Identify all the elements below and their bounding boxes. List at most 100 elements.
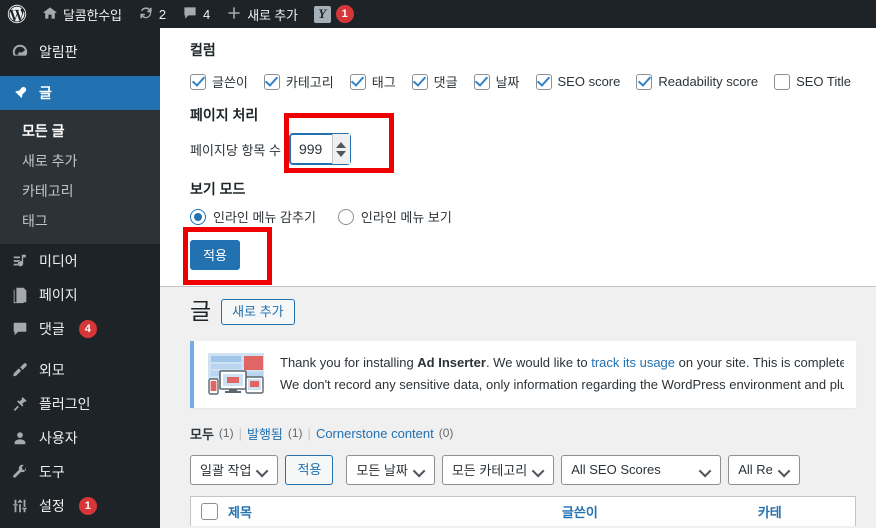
radio-icon[interactable] [190,208,206,225]
date-filter-select[interactable]: 모든 날짜 [346,454,435,485]
admin-sidebar-menu: 알림판 글 모든 글 새로 추가 카테고리 태그 미디어 페이지 댓글 4 외모… [0,28,168,528]
column-label: 댓글 [433,75,458,90]
column-checkbox-date[interactable]: 날짜 [473,72,520,91]
column-checkbox-comments[interactable]: 댓글 [411,72,458,91]
filter-separator: | [307,425,311,441]
radio-hide-inline-menu[interactable]: 인라인 메뉴 감추기 [190,207,316,226]
checkbox-icon[interactable] [349,73,366,90]
site-name-menu[interactable]: 달콤한수입 [34,0,130,28]
checkbox-icon[interactable] [411,73,428,90]
sidebar-item-label: 플러그인 [39,396,91,412]
seo-score-filter-select[interactable]: All SEO Scores [561,454,722,485]
yoast-seo-menu[interactable]: Y 1 [306,0,362,28]
column-header-author[interactable]: 글쓴이 [562,502,598,521]
pin-icon [10,83,30,103]
checkbox-icon[interactable] [636,73,653,90]
checkbox-icon[interactable] [774,73,791,90]
yoast-icon: Y [313,5,331,23]
select-all-checkbox[interactable] [201,502,218,520]
settings-icon [10,496,30,516]
updates-icon [138,5,154,24]
sidebar-item-settings[interactable]: 설정 1 [0,489,160,523]
submenu-item-tags[interactable]: 태그 [0,206,160,236]
sidebar-item-plugins[interactable]: 플러그인 [0,387,160,421]
sidebar-item-appearance[interactable]: 외모 [0,353,160,387]
plus-icon [226,5,242,24]
menu-spacer-top [0,28,160,35]
submenu-item-categories[interactable]: 카테고리 [0,176,160,206]
column-label: Readability score [658,74,759,89]
updates-menu[interactable]: 2 [130,0,174,28]
posts-submenu: 모든 글 새로 추가 카테고리 태그 [0,110,160,244]
radio-icon[interactable] [337,208,354,225]
column-checkbox-categories[interactable]: 카테고리 [263,72,334,91]
column-checkbox-seo-title[interactable]: SEO Title [774,73,851,90]
plugins-icon [10,394,30,414]
sidebar-item-pages[interactable]: 페이지 [0,278,160,312]
sidebar-item-comments[interactable]: 댓글 4 [0,312,160,346]
column-checkbox-author[interactable]: 글쓴이 [190,72,248,91]
screen-options-panel: 컬럼 글쓴이 카테고리 태그 댓글 날짜 SEO score Readabili… [160,28,876,287]
wordpress-logo-icon[interactable] [0,0,34,28]
checkbox-icon[interactable] [263,73,280,90]
bulk-apply-button[interactable]: 적용 [285,454,334,485]
bulk-actions-select[interactable]: 일괄 작업 [190,454,279,485]
columns-heading: 컬럼 [190,42,216,58]
per-page-value: 999 [298,141,323,157]
notice-text-d: on your site. This is completely o [678,354,844,370]
column-label: 카테고리 [285,75,334,90]
checkbox-icon[interactable] [473,73,490,90]
ad-inserter-thumbnail-icon [206,350,266,398]
dashboard-icon [10,42,30,62]
column-checkbox-seo-score[interactable]: SEO score [535,73,621,90]
settings-badge: 1 [78,497,97,515]
sidebar-item-users[interactable]: 사용자 [0,421,160,455]
sidebar-item-tools[interactable]: 도구 [0,455,160,489]
column-checkbox-readability-score[interactable]: Readability score [636,73,759,90]
screen-options-apply-button[interactable]: 적용 [190,240,240,270]
checkbox-icon[interactable] [535,73,552,90]
notice-line-1: Thank you for installing Ad Inserter. We… [280,352,844,375]
radio-show-inline-menu[interactable]: 인라인 메뉴 보기 [337,207,452,226]
sidebar-item-posts[interactable]: 글 [0,76,168,110]
column-header-title[interactable]: 제목 [228,502,252,521]
readability-score-filter-select[interactable]: All Re [728,454,800,485]
submenu-item-all-posts[interactable]: 모든 글 [0,116,160,146]
comments-menu[interactable]: 4 [174,0,218,28]
filter-separator: | [238,425,242,441]
column-label: SEO score [557,74,621,89]
sidebar-item-label: 미디어 [39,253,78,269]
checkbox-icon[interactable] [190,73,206,90]
per-page-row: 페이지당 항목 수 999 [190,133,876,165]
column-header-categories[interactable]: 카테 [758,502,782,521]
date-filter-value: 모든 날짜 [356,463,408,479]
post-status-filters: 모두 (1) | 발행됨 (1) | Cornerstone content (… [190,424,876,443]
track-usage-link[interactable]: track its usage [591,355,675,370]
column-checkbox-tags[interactable]: 태그 [349,72,396,91]
spinner-down-icon[interactable] [336,150,347,157]
column-label: 날짜 [495,75,520,90]
posts-table-header-row: 제목 글쓴이 카테 [190,495,856,526]
filter-link-published[interactable]: 발행됨 [247,424,283,443]
sidebar-item-dashboard[interactable]: 알림판 [0,35,160,69]
sidebar-item-label: 알림판 [39,44,78,60]
sidebar-item-media[interactable]: 미디어 [0,244,160,278]
users-icon [10,428,30,448]
posts-list-page: 글 새로 추가 Thank you for installing Ad Inse… [160,287,876,526]
spinner-up-icon[interactable] [336,141,347,148]
filter-link-cornerstone[interactable]: Cornerstone content [316,426,434,441]
notice-text-c: . We would like to [485,354,592,370]
number-spinner[interactable] [331,134,350,164]
sidebar-item-label: 사용자 [39,430,78,446]
site-name-label: 달콤한수입 [63,7,122,23]
home-icon [42,5,58,24]
submenu-item-add-new[interactable]: 새로 추가 [0,146,160,176]
per-page-input[interactable]: 999 [288,133,351,165]
filter-link-all[interactable]: 모두 [190,424,214,443]
view-mode-radio-group: 인라인 메뉴 감추기 인라인 메뉴 보기 [190,207,876,226]
category-filter-select[interactable]: 모든 카테고리 [441,454,555,485]
notice-plugin-name: Ad Inserter [417,354,486,370]
new-content-menu[interactable]: 새로 추가 [218,0,305,28]
radio-label: 인라인 메뉴 보기 [360,210,452,225]
add-new-post-button[interactable]: 새로 추가 [221,298,295,325]
